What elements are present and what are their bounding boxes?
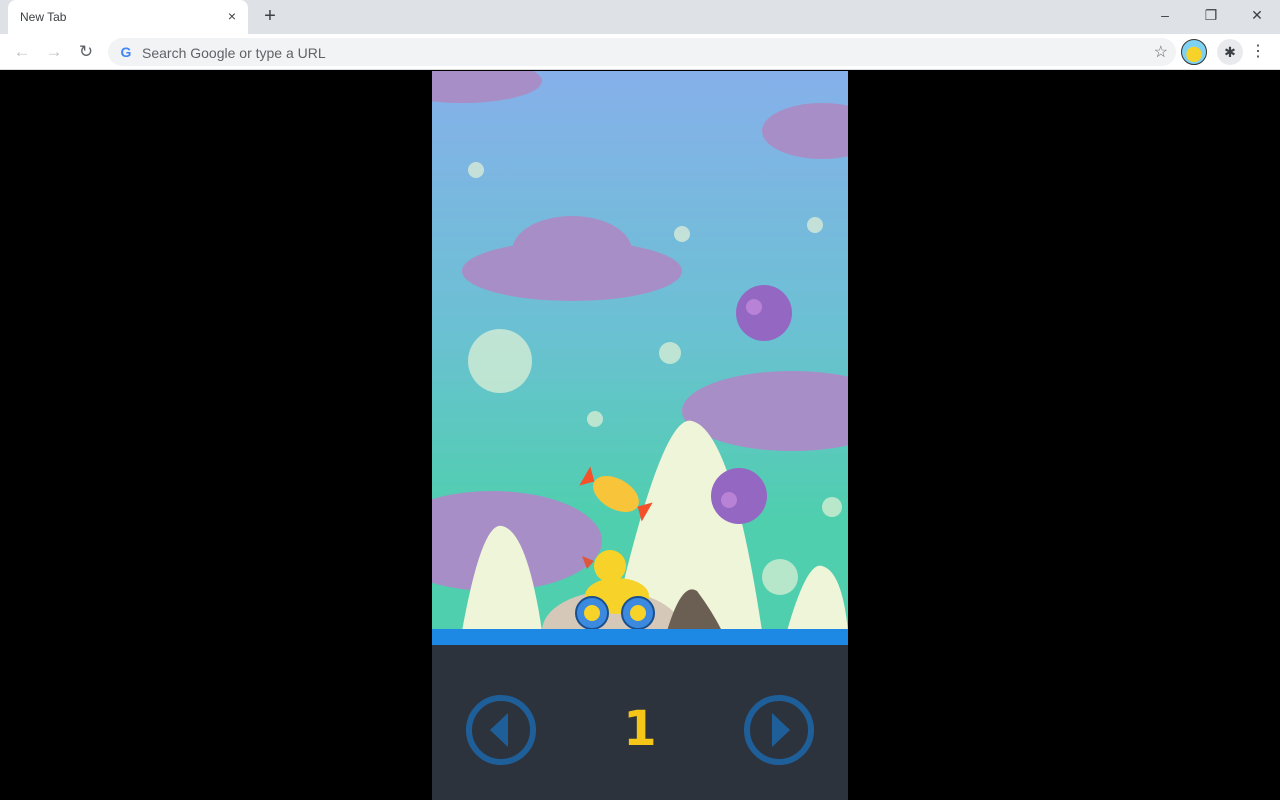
minimize-button[interactable]: – [1150, 4, 1180, 26]
reload-button[interactable]: ↻ [74, 40, 98, 64]
tab-new-tab[interactable]: New Tab × [8, 0, 248, 34]
control-panel: 1 [432, 645, 848, 800]
omnibox-input[interactable]: Search Google or type a URL [142, 45, 326, 61]
profile-avatar[interactable] [1181, 39, 1207, 65]
bomb-icon [711, 468, 767, 524]
google-icon: G [120, 44, 132, 60]
tab-title: New Tab [20, 10, 67, 24]
right-arrow-icon [772, 713, 790, 747]
omnibox[interactable]: G Search Google or type a URL ☆ [108, 38, 1176, 66]
ground [432, 629, 848, 645]
close-window-button[interactable]: ✕ [1242, 4, 1272, 26]
close-tab-icon[interactable]: × [224, 8, 240, 24]
tab-strip: New Tab × + – ❐ ✕ [0, 0, 1280, 34]
back-button[interactable]: ← [10, 40, 34, 64]
bookmark-star-icon[interactable]: ☆ [1154, 42, 1168, 62]
bomb-icon [736, 285, 792, 341]
restore-button[interactable]: ❐ [1196, 4, 1226, 26]
new-tab-button[interactable]: + [260, 6, 280, 26]
move-right-button[interactable] [744, 695, 814, 765]
menu-icon[interactable]: ⋮ [1250, 40, 1266, 64]
toolbar: ← → ↻ G Search Google or type a URL ☆ ✱ … [0, 34, 1280, 70]
extensions-icon[interactable]: ✱ [1217, 39, 1243, 65]
forward-button[interactable]: → [42, 40, 66, 64]
